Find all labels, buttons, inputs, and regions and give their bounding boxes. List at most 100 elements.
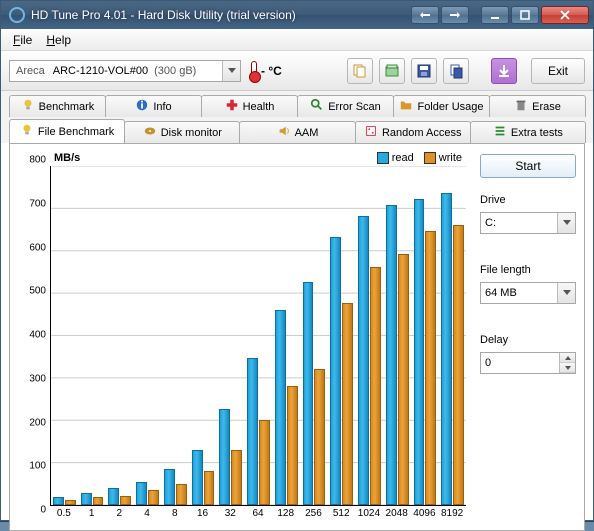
disk-icon [143, 124, 157, 141]
maximize-button[interactable] [511, 6, 539, 24]
chevron-down-icon [557, 213, 575, 233]
bar-read [358, 216, 369, 505]
titlebar: HD Tune Pro 4.01 - Hard Disk Utility (tr… [1, 1, 593, 29]
tab-row-1: Benchmark Info Health Error Scan Folder Usag… [1, 91, 593, 117]
tab-erase[interactable]: Erase [489, 95, 586, 117]
tab-extra-tests[interactable]: Extra tests [470, 121, 586, 143]
bar-write [120, 496, 131, 505]
legend-write: write [424, 152, 462, 164]
tab-label: Folder Usage [417, 101, 483, 113]
start-button[interactable]: Start [480, 154, 576, 178]
tab-label: File Benchmark [38, 126, 114, 138]
spinner-down-icon[interactable] [560, 363, 575, 373]
bar-read [136, 482, 147, 505]
drive-select[interactable]: Areca ARC-1210-VOL#00 (300 gB) [9, 60, 241, 82]
tab-label: Disk monitor [161, 127, 222, 139]
bar-read [275, 310, 286, 506]
bar-read [386, 205, 397, 505]
bar-write [176, 484, 187, 505]
bar-read [303, 282, 314, 505]
chart-xticks: 0.512481632641282565121024204840968192 [50, 508, 466, 524]
menu-help[interactable]: Help [40, 31, 77, 49]
tab-file-benchmark[interactable]: File Benchmark [9, 119, 125, 143]
app-window: HD Tune Pro 4.01 - Hard Disk Utility (tr… [0, 0, 594, 521]
tab-label: Random Access [382, 127, 461, 139]
tab-random-access[interactable]: Random Access [355, 121, 471, 143]
chart-controls: Start Drive C: File length 64 MB Delay 0 [480, 152, 576, 522]
save-button[interactable] [411, 58, 437, 84]
menu-file[interactable]: File [7, 31, 38, 49]
close-button[interactable] [541, 6, 589, 24]
bar-write [231, 450, 242, 505]
exit-button[interactable]: Exit [531, 58, 585, 84]
speaker-icon [277, 124, 291, 141]
bulb-icon [20, 123, 34, 140]
legend-read: read [377, 152, 414, 164]
screenshot-button[interactable] [379, 58, 405, 84]
bar-read [108, 488, 119, 505]
bar-write [314, 369, 325, 505]
tab-label: Erase [532, 101, 561, 113]
tab-error-scan[interactable]: Error Scan [297, 95, 394, 117]
tab-aam[interactable]: AAM [239, 121, 355, 143]
tab-row-2: File Benchmark Disk monitor AAM Random Acce… [1, 117, 593, 143]
titlebar-extra1-button[interactable] [411, 6, 439, 24]
chart-ylabel: MB/s [54, 152, 80, 164]
tab-health[interactable]: Health [201, 95, 298, 117]
tab-benchmark[interactable]: Benchmark [9, 95, 106, 117]
chevron-down-icon [222, 61, 240, 81]
temperature-value: - °C [261, 64, 282, 78]
tab-label: Benchmark [39, 101, 95, 113]
tab-folder-usage[interactable]: Folder Usage [393, 95, 490, 117]
bar-write [259, 420, 270, 505]
bar-read [414, 199, 425, 505]
chart-legend: read write [377, 152, 462, 164]
bar-write [425, 231, 436, 505]
titlebar-extra-group [409, 6, 473, 24]
info-icon [135, 98, 149, 115]
tab-content: MB/s readwrite 0100200300400500600700800… [9, 143, 585, 531]
exit-label: Exit [548, 64, 568, 78]
titlebar-controls [479, 6, 593, 24]
bar-read [441, 193, 452, 505]
bar-read [219, 409, 230, 505]
bar-write [453, 225, 464, 506]
filelen-value: 64 MB [485, 287, 517, 299]
drive-vendor: Areca [10, 65, 51, 77]
menubar: File Help [1, 29, 593, 51]
delay-label: Delay [480, 334, 576, 346]
spinner-buttons[interactable] [559, 353, 575, 373]
toolbar: Areca ARC-1210-VOL#00 (300 gB) - °C Exit [1, 51, 593, 91]
options-button[interactable] [491, 58, 517, 84]
tab-label: Info [153, 101, 171, 113]
drive-size: (300 gB) [150, 65, 200, 77]
tab-info[interactable]: Info [105, 95, 202, 117]
delay-value: 0 [485, 357, 491, 369]
search-icon [310, 98, 324, 115]
tab-label: Extra tests [511, 127, 563, 139]
cross-icon [225, 98, 239, 115]
copy-screenshot-button[interactable] [443, 58, 469, 84]
filelen-dropdown[interactable]: 64 MB [480, 282, 576, 304]
spinner-up-icon[interactable] [560, 353, 575, 363]
folder-icon [399, 98, 413, 115]
chart-plot [50, 166, 466, 506]
list-icon [493, 124, 507, 141]
titlebar-extra2-button[interactable] [441, 6, 469, 24]
bar-write [93, 497, 104, 505]
window-title: HD Tune Pro 4.01 - Hard Disk Utility (tr… [31, 8, 409, 22]
drive-dropdown[interactable]: C: [480, 212, 576, 234]
dice-icon [364, 124, 378, 141]
app-icon [9, 7, 25, 23]
minimize-button[interactable] [481, 6, 509, 24]
filelen-label: File length [480, 264, 576, 276]
delay-spinner[interactable]: 0 [480, 352, 576, 374]
copy-info-button[interactable] [347, 58, 373, 84]
tab-label: Health [243, 101, 275, 113]
drive-label: Drive [480, 194, 576, 206]
chevron-down-icon [557, 283, 575, 303]
bar-read [164, 469, 175, 505]
tab-disk-monitor[interactable]: Disk monitor [124, 121, 240, 143]
bulb-icon [21, 98, 35, 115]
drive-value: C: [485, 217, 496, 229]
